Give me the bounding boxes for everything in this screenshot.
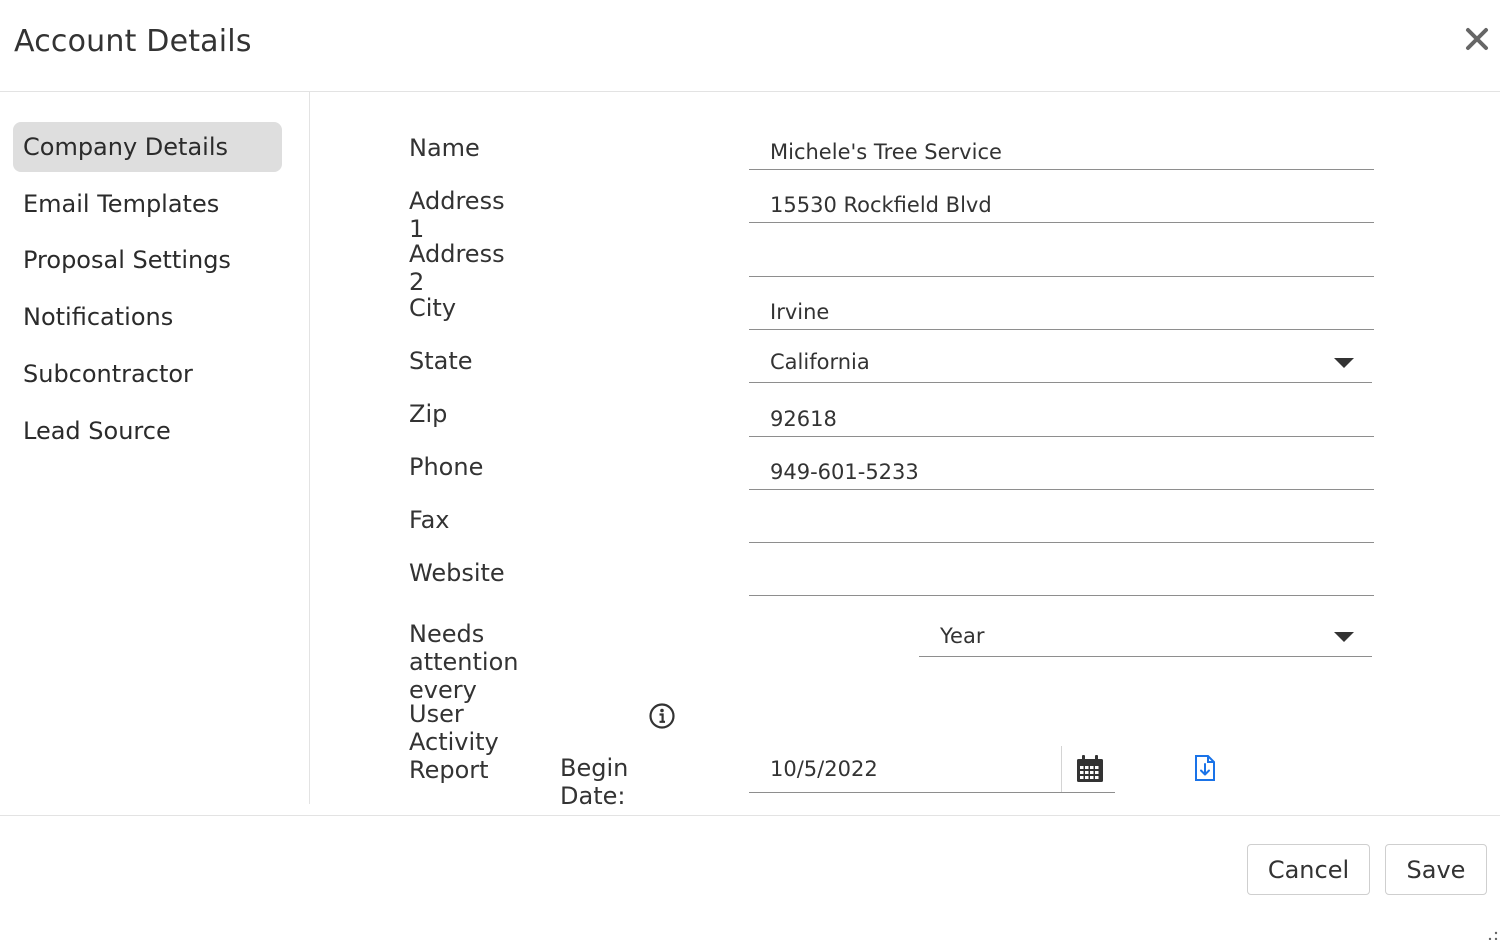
begin-date-input[interactable]: [749, 746, 1061, 792]
address1-input[interactable]: [749, 181, 1374, 222]
name-input[interactable]: [749, 128, 1374, 169]
fax-input[interactable]: [749, 501, 1374, 542]
save-button[interactable]: Save: [1385, 844, 1487, 895]
address1-label: Address 1: [409, 187, 505, 243]
calendar-icon[interactable]: [1075, 754, 1105, 784]
phone-field: [749, 448, 1374, 490]
sidebar-item-proposal-settings[interactable]: Proposal Settings: [13, 235, 282, 285]
city-label: City: [409, 294, 457, 322]
user-activity-report-title: User Activity Report: [409, 700, 499, 784]
zip-field: [749, 395, 1374, 437]
resize-grip-icon[interactable]: [1486, 926, 1498, 940]
name-field: [749, 128, 1374, 170]
website-label: Website: [409, 559, 505, 587]
city-input[interactable]: [749, 288, 1374, 329]
cancel-button[interactable]: Cancel: [1247, 844, 1370, 895]
sidebar-item-notifications[interactable]: Notifications: [13, 292, 282, 342]
sidebar-item-email-templates[interactable]: Email Templates: [13, 179, 282, 229]
dialog-title: Account Details: [14, 24, 252, 59]
chevron-down-icon: [1334, 358, 1354, 368]
phone-label: Phone: [409, 453, 484, 481]
state-select-value: California: [770, 350, 870, 374]
state-select[interactable]: California: [749, 341, 1372, 383]
close-icon[interactable]: [1462, 24, 1492, 54]
website-field: [749, 554, 1374, 596]
address2-label: Address 2: [409, 240, 505, 296]
sidebar-item-subcontractor[interactable]: Subcontractor: [13, 349, 282, 399]
dialog-header: Account Details: [0, 0, 1500, 92]
phone-input[interactable]: [749, 448, 1374, 489]
address2-field: [749, 235, 1374, 277]
sidebar-item-company-details[interactable]: Company Details: [13, 122, 282, 172]
fax-label: Fax: [409, 506, 450, 534]
info-icon[interactable]: [648, 702, 676, 730]
begin-date-label: Begin Date:: [560, 754, 629, 810]
address2-input[interactable]: [749, 235, 1374, 276]
chevron-down-icon: [1334, 632, 1354, 642]
zip-input[interactable]: [749, 395, 1374, 436]
dialog-footer: Cancel Save: [0, 815, 1500, 940]
sidebar-item-lead-source[interactable]: Lead Source: [13, 406, 282, 456]
begin-date-field: [749, 746, 1115, 793]
state-label: State: [409, 347, 473, 375]
city-field: [749, 288, 1374, 330]
name-label: Name: [409, 134, 480, 162]
website-input[interactable]: [749, 554, 1374, 595]
attention-frequency-select[interactable]: Year: [919, 615, 1372, 657]
attention-label: Needs attention every: [409, 620, 519, 704]
address1-field: [749, 181, 1374, 223]
zip-label: Zip: [409, 400, 448, 428]
attention-select-value: Year: [940, 624, 985, 648]
account-details-dialog: Account Details Company Details Email Te…: [0, 0, 1500, 940]
fax-field: [749, 501, 1374, 543]
date-field-divider: [1061, 746, 1062, 792]
file-download-icon[interactable]: [1192, 754, 1218, 782]
settings-sidebar: Company Details Email Templates Proposal…: [0, 92, 310, 804]
